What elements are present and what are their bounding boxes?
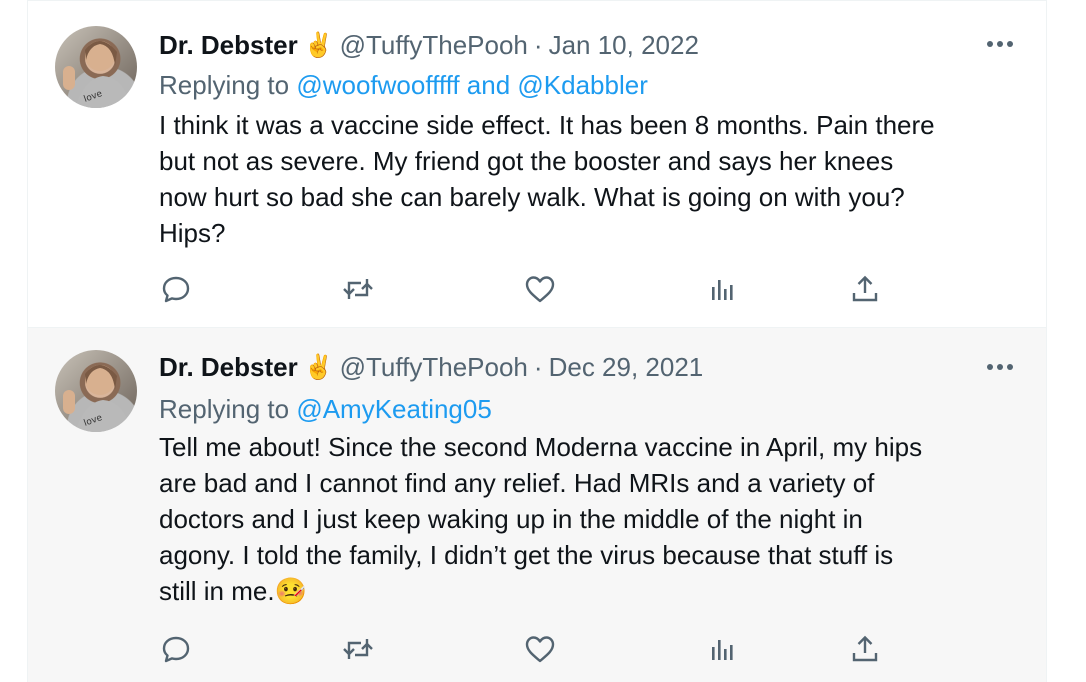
victory-hand-icon: ✌️ (303, 353, 334, 381)
tweet-header: Dr. Debster ✌️ @TuffyThePooh · Dec 29, 2… (159, 350, 703, 384)
reply-button[interactable] (156, 629, 196, 669)
tweet-text-line: agony. I told the family, I didn’t get t… (159, 540, 894, 570)
like-button[interactable] (520, 629, 560, 669)
tweet-date[interactable]: Dec 29, 2021 (549, 352, 704, 383)
more-icon[interactable] (982, 352, 1018, 382)
retweet-button[interactable] (338, 629, 378, 669)
views-icon (712, 280, 733, 300)
separator: · (533, 351, 543, 382)
views-button[interactable] (703, 629, 743, 669)
tweet-text-line: still in me.🤒 (159, 576, 307, 606)
reply-button[interactable] (156, 269, 196, 309)
separator: · (533, 29, 543, 60)
reply-icon (162, 636, 190, 663)
like-icon (525, 276, 555, 303)
retweet-icon (343, 639, 373, 659)
reply-mentions[interactable]: @AmyKeating05 (296, 394, 492, 424)
tweet[interactable]: love Dr. Debster ✌️ @TuffyThePooh · Dec … (28, 327, 1046, 682)
share-button[interactable] (845, 629, 885, 669)
replying-to: Replying to @AmyKeating05 (159, 394, 492, 425)
tweet-text-line: are bad and I cannot find any relief. Ha… (159, 468, 875, 498)
reply-icon (162, 276, 190, 303)
timeline: love Dr. Debster ✌️ @TuffyThePooh · Jan … (27, 0, 1047, 682)
avatar[interactable]: love (55, 350, 137, 432)
author-name[interactable]: Dr. Debster (159, 30, 298, 61)
tweet-text-line: now hurt so bad she can barely walk. Wha… (159, 182, 905, 212)
tweet-text-line: Tell me about! Since the second Moderna … (159, 432, 923, 462)
like-button[interactable] (520, 269, 560, 309)
share-button[interactable] (845, 269, 885, 309)
tweet-actions (28, 269, 1046, 309)
tweet-header: Dr. Debster ✌️ @TuffyThePooh · Jan 10, 2… (159, 28, 699, 62)
share-icon (852, 635, 878, 662)
tweet-text-line: Hips? (159, 218, 226, 248)
tweet-text: Tell me about! Since the second Moderna … (159, 429, 1029, 609)
views-icon (712, 640, 733, 660)
views-button[interactable] (703, 269, 743, 309)
reply-mentions[interactable]: @woofwoofffff and @Kdabbler (296, 70, 648, 100)
replying-to-label: Replying to (159, 70, 290, 100)
tweet-text-line: but not as severe. My friend got the boo… (159, 146, 894, 176)
more-icon[interactable] (982, 29, 1018, 59)
replying-to-label: Replying to (159, 394, 290, 424)
retweet-icon (343, 279, 373, 299)
retweet-button[interactable] (338, 269, 378, 309)
author-handle[interactable]: @TuffyThePooh (340, 352, 528, 383)
author-name[interactable]: Dr. Debster (159, 352, 298, 383)
tweet-text: I think it was a vaccine side effect. It… (159, 107, 1029, 251)
share-icon (852, 275, 878, 302)
like-icon (525, 636, 555, 663)
tweet[interactable]: love Dr. Debster ✌️ @TuffyThePooh · Jan … (28, 0, 1046, 327)
replying-to: Replying to @woofwoofffff and @Kdabbler (159, 70, 648, 101)
tweet-text-line: doctors and I just keep waking up in the… (159, 504, 863, 534)
avatar[interactable]: love (55, 26, 137, 108)
tweet-text-line: I think it was a vaccine side effect. It… (159, 110, 935, 140)
tweet-date[interactable]: Jan 10, 2022 (549, 30, 699, 61)
victory-hand-icon: ✌️ (303, 31, 334, 59)
author-handle[interactable]: @TuffyThePooh (340, 30, 528, 61)
tweet-actions (28, 629, 1046, 669)
